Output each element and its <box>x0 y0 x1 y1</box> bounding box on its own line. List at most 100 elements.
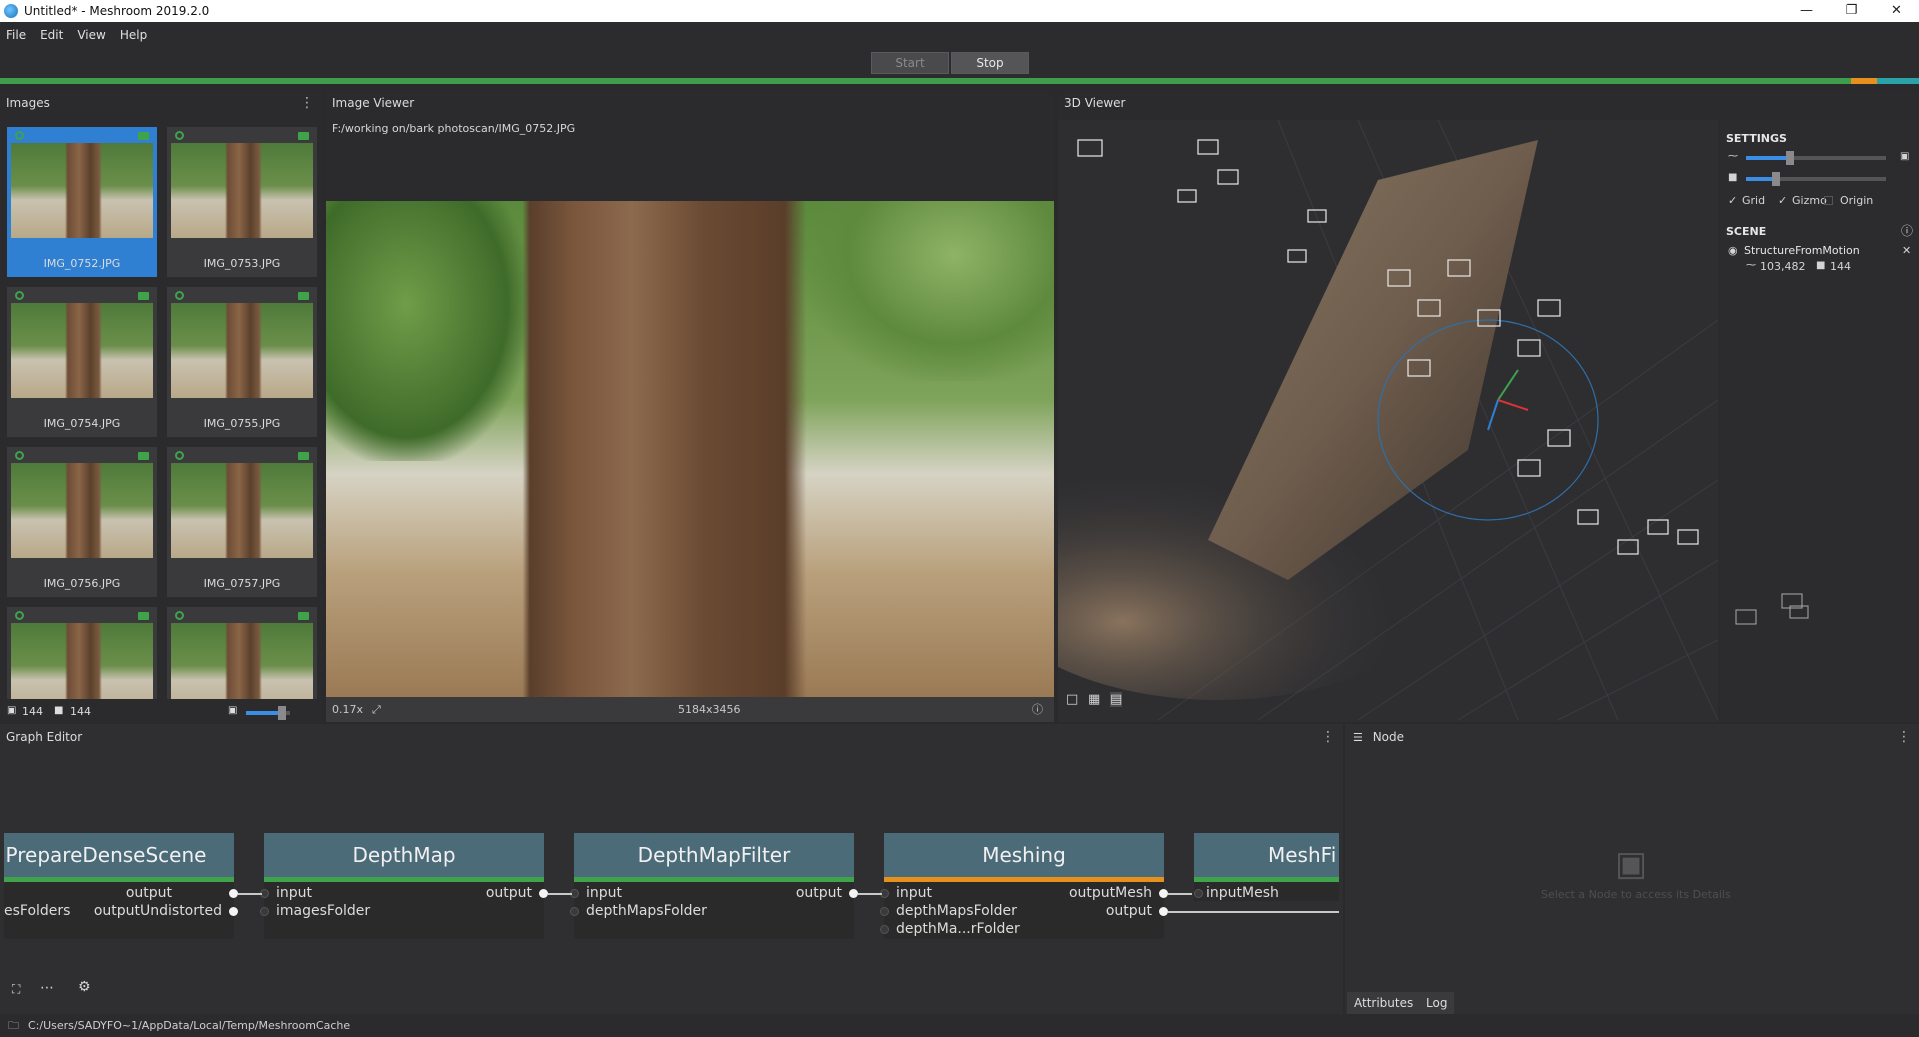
node-input-label: imagesFolder <box>276 903 371 919</box>
remove-item-icon[interactable]: ✕ <box>1902 244 1911 257</box>
view-grid-icon[interactable]: ▦ <box>1088 692 1100 707</box>
fixed-size-icon[interactable]: ▣ <box>1900 151 1909 162</box>
image-count-icon: ▣ <box>7 705 17 716</box>
node-input-label: depthMa...rFolder <box>896 921 1020 937</box>
thumbnail-item[interactable] <box>167 607 317 699</box>
grid-checkbox[interactable]: ✓ <box>1728 194 1737 207</box>
gizmo-checkbox[interactable]: ✓ <box>1778 194 1787 207</box>
output-pin[interactable] <box>539 889 548 898</box>
tab-attributes[interactable]: Attributes <box>1347 992 1421 1014</box>
reconstructed-icon <box>15 131 24 140</box>
layout-icon[interactable]: ⋯ <box>40 980 54 996</box>
node-panel-header: ☰ Node ⋮ <box>1345 724 1919 750</box>
toolbar: Start Stop <box>0 48 1919 78</box>
graph-node[interactable]: PrepareDenseScene output esFolders outpu… <box>4 833 238 939</box>
window-controls: — ❐ ✕ <box>1784 0 1919 22</box>
points-icon: ⁓ <box>1746 260 1756 271</box>
images-footer: ▣ 144 ■ 144 ▣ <box>0 702 322 722</box>
title-bar: Untitled* - Meshroom 2019.2.0 — ❐ ✕ <box>0 0 1919 22</box>
3d-viewer-header: 3D Viewer <box>1058 90 1919 116</box>
close-icon[interactable]: ✕ <box>1874 0 1919 22</box>
node-panel: ☰ Node ⋮ ▣ Select a Node to access its D… <box>1345 724 1919 1014</box>
edge-connection <box>858 893 882 895</box>
minimize-icon[interactable]: — <box>1784 0 1829 22</box>
image-path: F:/working on/bark photoscan/IMG_0752.JP… <box>332 122 576 135</box>
input-pin[interactable] <box>880 925 889 934</box>
point-size-slider[interactable] <box>1746 151 1886 165</box>
scene-item-name[interactable]: StructureFromMotion <box>1744 244 1860 257</box>
thumbnail-caption: IMG_0755.JPG <box>203 417 281 430</box>
node-input-label: depthMapsFolder <box>586 903 707 919</box>
tab-log[interactable]: Log <box>1419 992 1455 1014</box>
thumbnail-item[interactable]: IMG_0752.JPG <box>7 127 157 277</box>
output-pin[interactable] <box>229 907 238 916</box>
graph-node[interactable]: DepthMapFilter input output depthMapsFol… <box>570 833 858 939</box>
input-pin[interactable] <box>1194 889 1203 898</box>
restore-icon[interactable]: ❐ <box>1829 0 1874 22</box>
viewer-image[interactable] <box>326 201 1054 697</box>
menu-view[interactable]: View <box>77 28 105 42</box>
thumbnail-image <box>171 303 313 398</box>
input-pin[interactable] <box>260 907 269 916</box>
fit-icon[interactable]: ⤢ <box>372 697 381 722</box>
output-pin[interactable] <box>1159 889 1168 898</box>
graph-node[interactable]: DepthMap input output imagesFolder <box>260 833 548 939</box>
menu-file[interactable]: File <box>6 28 26 42</box>
thumbnail-item[interactable] <box>7 607 157 699</box>
view-box-icon[interactable]: □ <box>1066 692 1078 707</box>
fit-view-icon[interactable]: ⛶ <box>12 982 20 997</box>
graph-node[interactable]: MeshFi inputMesh <box>1194 833 1339 901</box>
3d-scene[interactable]: □ ▦ ▤ <box>1058 120 1718 722</box>
graph-node[interactable]: Meshing input outputMesh depthMapsFolder… <box>880 833 1168 939</box>
output-pin[interactable] <box>229 889 238 898</box>
thumbnail-item[interactable]: IMG_0757.JPG <box>167 447 317 597</box>
node-status-bar <box>1194 877 1339 882</box>
menu-help[interactable]: Help <box>120 28 147 42</box>
edge-connection <box>1168 893 1192 895</box>
node-panel-title: Node <box>1372 730 1405 744</box>
output-pin[interactable] <box>849 889 858 898</box>
thumbnail-caption: IMG_0752.JPG <box>43 257 121 270</box>
point-size-icon: ⁓ <box>1728 151 1738 162</box>
thumbnail-caption: IMG_0756.JPG <box>43 577 121 590</box>
node-menu-icon[interactable]: ⋮ <box>1897 724 1911 750</box>
node-title: DepthMap <box>264 833 544 877</box>
output-pin[interactable] <box>1159 907 1168 916</box>
start-button[interactable]: Start <box>871 52 949 74</box>
thumbnail-item[interactable]: IMG_0755.JPG <box>167 287 317 437</box>
stop-button[interactable]: Stop <box>951 52 1029 74</box>
reconstructed-icon <box>15 611 24 620</box>
visibility-eye-icon[interactable]: ◉ <box>1728 244 1738 257</box>
node-title: DepthMapFilter <box>574 833 854 877</box>
slider-handle[interactable] <box>278 706 286 720</box>
slider-handle[interactable] <box>1772 172 1780 186</box>
view-textured-icon[interactable]: ▤ <box>1110 692 1123 707</box>
origin-checkbox[interactable] <box>1824 196 1833 205</box>
menu-edit[interactable]: Edit <box>40 28 63 42</box>
input-pin[interactable] <box>880 907 889 916</box>
input-pin[interactable] <box>570 907 579 916</box>
node-input-label: esFolders <box>4 903 71 919</box>
info-icon[interactable]: ⓘ <box>1032 697 1043 722</box>
thumbnail-item[interactable]: IMG_0753.JPG <box>167 127 317 277</box>
thumbnail-item[interactable]: IMG_0754.JPG <box>7 287 157 437</box>
scene-info-icon[interactable]: ⓘ <box>1901 222 1913 239</box>
thumbnail-size-slider[interactable] <box>246 706 290 720</box>
cameras-count: 144 <box>1830 260 1851 273</box>
reconstructed-icon <box>175 451 184 460</box>
reconstructed-icon <box>175 611 184 620</box>
thumbnail-image <box>11 463 153 558</box>
camera-scale-slider[interactable] <box>1746 172 1886 186</box>
graph-settings-icon[interactable]: ⚙ <box>78 979 91 995</box>
thumbnail-item[interactable]: IMG_0756.JPG <box>7 447 157 597</box>
status-bar: 🗀 C:/Users/SADYFO~1/AppData/Local/Temp/M… <box>0 1014 1919 1037</box>
images-panel: Images ⋮ IMG_0752.JPG IMG_0753.JPG IMG_0… <box>0 90 322 722</box>
image-viewer-footer: 0.17x ⤢ 5184x3456 ⓘ <box>326 697 1054 722</box>
graph-menu-icon[interactable]: ⋮ <box>1321 724 1335 750</box>
loose-cameras-render <box>1735 593 1809 625</box>
slider-handle[interactable] <box>1786 151 1794 165</box>
3d-settings-panel: SETTINGS ⁓ ▣ ■ ✓ Grid ✓ Gizmo Origin SCE… <box>1720 120 1919 722</box>
folder-icon[interactable]: 🗀 <box>8 1014 19 1037</box>
camera-count: 144 <box>70 705 91 718</box>
images-menu-icon[interactable]: ⋮ <box>300 90 314 116</box>
